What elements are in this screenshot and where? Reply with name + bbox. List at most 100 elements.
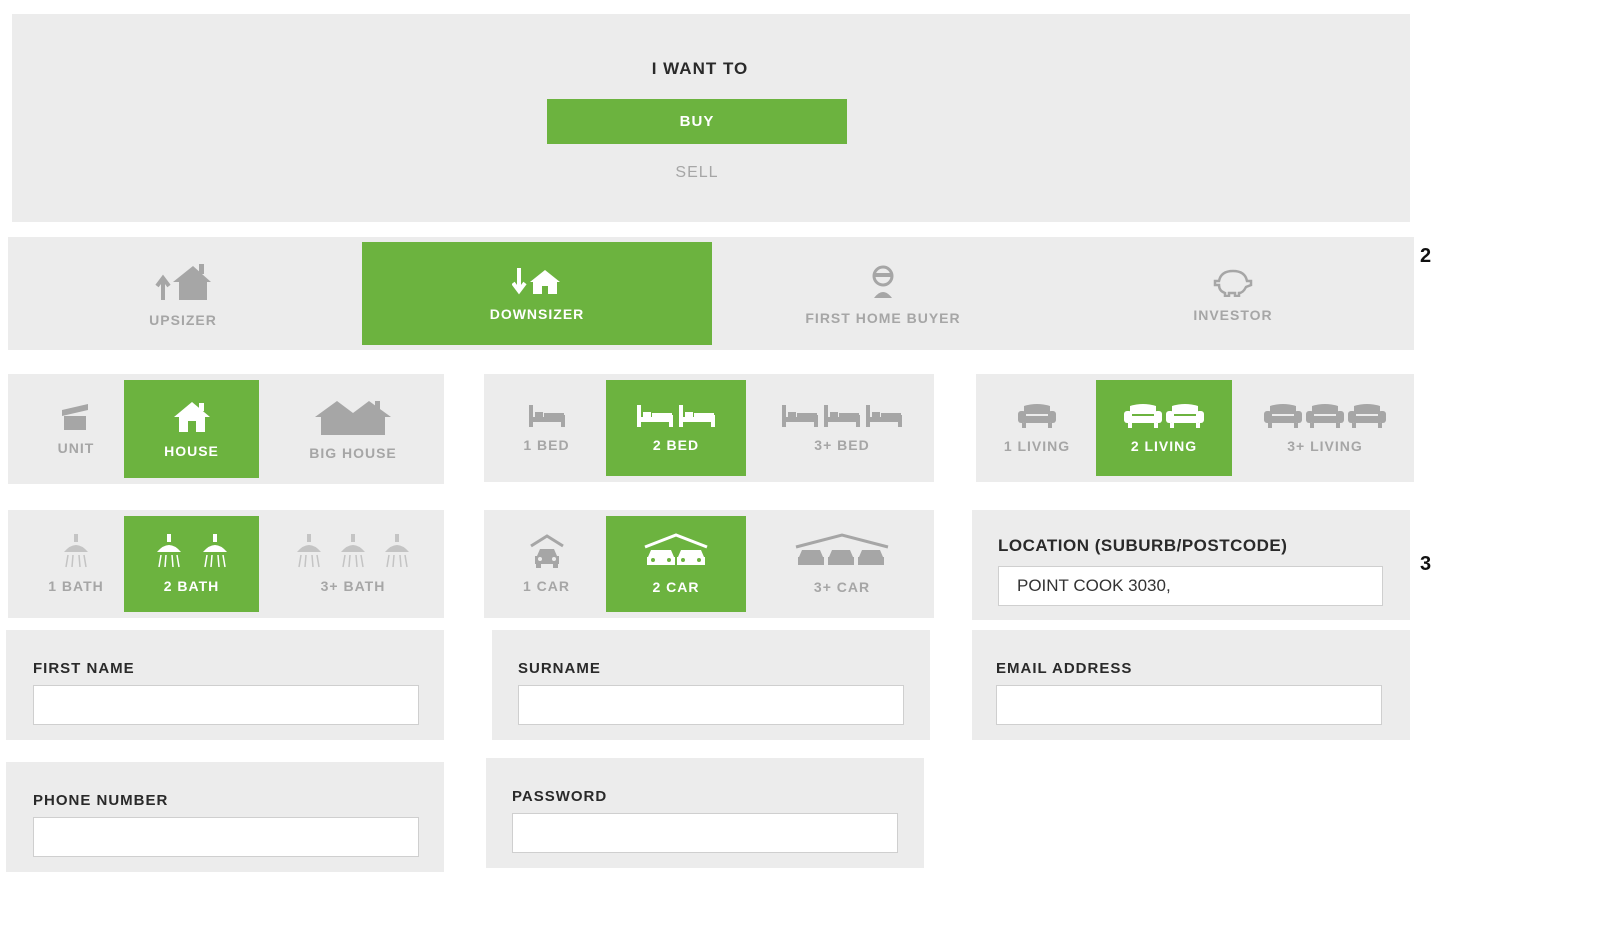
armchair-icon bbox=[1124, 404, 1162, 428]
icon-row bbox=[781, 403, 903, 427]
location-panel: LOCATION (SUBURB/POSTCODE) bbox=[972, 510, 1410, 620]
icon-row bbox=[636, 403, 716, 427]
option-3-plus-bed[interactable]: 3+ BED bbox=[756, 380, 928, 476]
phone-panel: PHONE NUMBER bbox=[6, 762, 444, 872]
bed-icon bbox=[528, 405, 565, 427]
email-input[interactable] bbox=[996, 685, 1382, 725]
house-icon bbox=[173, 402, 210, 432]
option-label: 3+ LIVING bbox=[1287, 438, 1363, 454]
surname-label: SURNAME bbox=[518, 660, 601, 677]
option-label: 1 BED bbox=[523, 437, 570, 453]
upsize-house-icon bbox=[155, 263, 211, 300]
bedrooms-group: 1 BED 2 BED 3+ BED bbox=[484, 374, 934, 482]
option-label: 1 CAR bbox=[522, 578, 570, 594]
profile-tabs: UPSIZER DOWNSIZER FIRST HOME BUYER INVES… bbox=[8, 237, 1414, 350]
intent-title: I WANT TO bbox=[651, 59, 749, 78]
armchair-icon bbox=[1348, 404, 1386, 428]
shower-icon bbox=[297, 534, 321, 568]
armchair-icon bbox=[1018, 404, 1056, 428]
bed-icon bbox=[679, 405, 715, 427]
big-house-icon bbox=[315, 401, 391, 435]
car-garage-icon bbox=[644, 533, 708, 565]
tab-investor[interactable]: INVESTOR bbox=[1058, 237, 1408, 352]
option-label: 3+ BED bbox=[814, 437, 870, 453]
armchair-icon bbox=[1306, 404, 1344, 428]
option-1-living[interactable]: 1 LIVING bbox=[976, 380, 1098, 476]
cars-group: 1 CAR 2 CAR 3+ CAR bbox=[484, 510, 934, 618]
phone-label: PHONE NUMBER bbox=[33, 792, 169, 809]
option-label: 3+ BATH bbox=[320, 578, 386, 594]
tab-label: UPSIZER bbox=[149, 311, 217, 328]
icon-row bbox=[1264, 402, 1386, 428]
phone-input[interactable] bbox=[33, 817, 419, 857]
first-name-input[interactable] bbox=[33, 685, 419, 725]
option-1-bed[interactable]: 1 BED bbox=[484, 380, 609, 476]
icon-row bbox=[1018, 402, 1056, 428]
tab-label: DOWNSIZER bbox=[489, 305, 585, 322]
living-group: 1 LIVING 2 LIVING 3+ LIVING bbox=[976, 374, 1414, 482]
icon-row bbox=[155, 534, 229, 568]
option-label: 2 CAR bbox=[652, 579, 700, 595]
option-label: BIG HOUSE bbox=[309, 445, 397, 461]
piggy-bank-icon bbox=[1213, 269, 1253, 297]
tab-label: INVESTOR bbox=[1193, 306, 1273, 323]
password-input[interactable] bbox=[512, 813, 898, 853]
option-3-plus-bath[interactable]: 3+ BATH bbox=[268, 516, 438, 612]
option-label: 1 BATH bbox=[48, 578, 104, 594]
option-3-plus-living[interactable]: 3+ LIVING bbox=[1240, 380, 1410, 476]
shower-icon bbox=[156, 534, 181, 568]
bed-icon bbox=[866, 405, 902, 427]
option-label: UNIT bbox=[57, 440, 95, 456]
first-name-label: FIRST NAME bbox=[33, 660, 135, 677]
option-house[interactable]: HOUSE bbox=[124, 380, 259, 478]
option-label: 3+ CAR bbox=[813, 579, 871, 595]
icon-row bbox=[1124, 402, 1204, 428]
option-2-living[interactable]: 2 LIVING bbox=[1096, 380, 1232, 476]
car-garage-icon bbox=[795, 533, 889, 565]
unit-icon bbox=[62, 404, 88, 430]
option-label: 2 BED bbox=[652, 437, 700, 453]
email-label: EMAIL ADDRESS bbox=[996, 660, 1133, 677]
surname-input[interactable] bbox=[518, 685, 904, 725]
icon-row bbox=[62, 534, 90, 568]
shower-icon bbox=[341, 534, 365, 568]
first-name-panel: FIRST NAME bbox=[6, 630, 444, 740]
bed-icon bbox=[824, 405, 860, 427]
car-garage-icon bbox=[529, 534, 564, 568]
option-2-bath[interactable]: 2 BATH bbox=[124, 516, 259, 612]
tab-downsizer[interactable]: DOWNSIZER bbox=[362, 242, 712, 345]
property-type-group: UNIT HOUSE BIG HOUSE bbox=[8, 374, 444, 484]
option-label: 2 LIVING bbox=[1130, 438, 1198, 454]
intent-panel: I WANT TO BUY SELL bbox=[12, 14, 1410, 222]
tab-upsizer[interactable]: UPSIZER bbox=[8, 237, 358, 352]
location-label: LOCATION (SUBURB/POSTCODE) bbox=[998, 536, 1288, 555]
shower-icon bbox=[202, 534, 227, 568]
password-panel: PASSWORD bbox=[486, 758, 924, 868]
bathrooms-group: 1 BATH 2 BATH 3+ BATH bbox=[8, 510, 444, 618]
option-3-plus-car[interactable]: 3+ CAR bbox=[756, 516, 928, 612]
option-2-bed[interactable]: 2 BED bbox=[606, 380, 746, 476]
buy-button[interactable]: BUY bbox=[547, 99, 847, 144]
option-2-car[interactable]: 2 CAR bbox=[606, 516, 746, 612]
option-label: 1 LIVING bbox=[1003, 438, 1071, 454]
person-icon bbox=[872, 265, 894, 298]
armchair-icon bbox=[1264, 404, 1302, 428]
icon-row bbox=[295, 534, 411, 568]
armchair-icon bbox=[1166, 404, 1204, 428]
option-big-house[interactable]: BIG HOUSE bbox=[268, 380, 438, 478]
sell-button[interactable]: SELL bbox=[547, 164, 847, 182]
option-unit[interactable]: UNIT bbox=[16, 380, 136, 478]
icon-row bbox=[528, 403, 566, 427]
bed-icon bbox=[782, 405, 818, 427]
downsize-house-icon bbox=[512, 267, 560, 294]
step-marker-2: 2 bbox=[1420, 245, 1432, 267]
tab-first-home-buyer[interactable]: FIRST HOME BUYER bbox=[708, 237, 1058, 352]
location-input[interactable] bbox=[998, 566, 1383, 606]
step-marker-3: 3 bbox=[1420, 553, 1432, 575]
option-label: 2 BATH bbox=[163, 578, 220, 594]
surname-panel: SURNAME bbox=[492, 630, 930, 740]
email-panel: EMAIL ADDRESS bbox=[972, 630, 1410, 740]
option-label: HOUSE bbox=[164, 443, 219, 459]
option-1-bath[interactable]: 1 BATH bbox=[16, 516, 136, 612]
option-1-car[interactable]: 1 CAR bbox=[484, 516, 609, 612]
